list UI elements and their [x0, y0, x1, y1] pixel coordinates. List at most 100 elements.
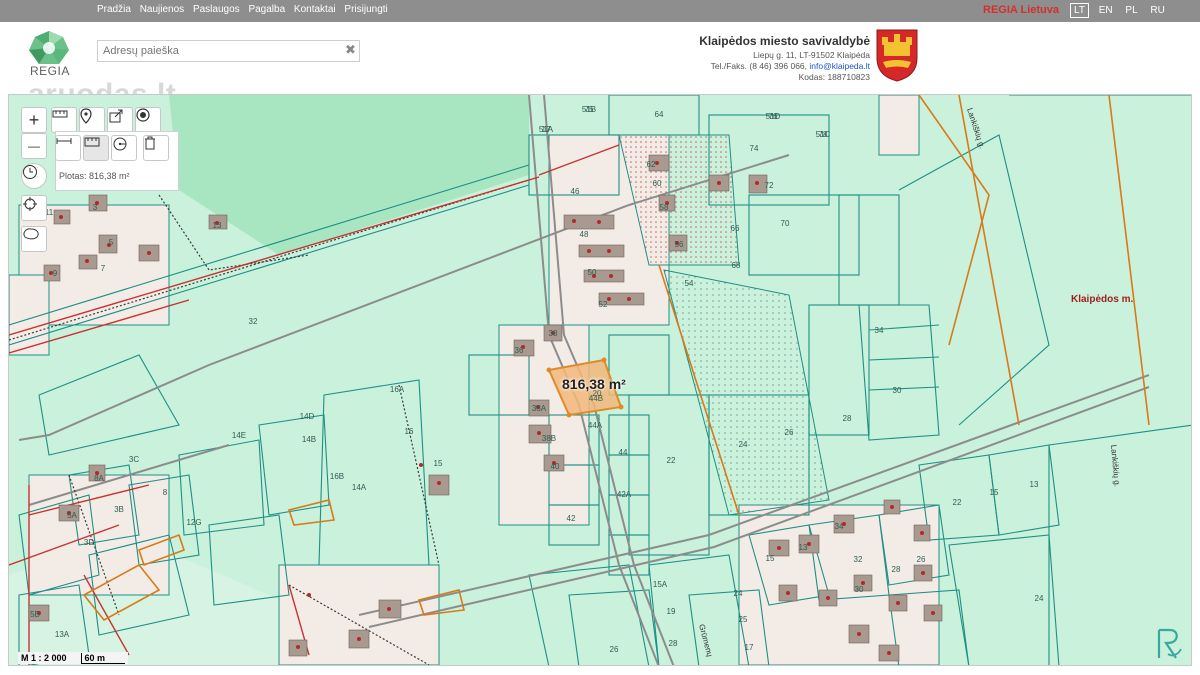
- zoom-in-icon: +: [28, 109, 40, 130]
- parcel-number-label: 28: [669, 639, 678, 648]
- phone-text: Tel./Faks. (8 46) 396 066,: [710, 61, 810, 71]
- parcel-number-label: 24: [1035, 594, 1044, 603]
- parcel-number-label: 42: [567, 514, 576, 523]
- parcel-number-label: 22: [667, 456, 676, 465]
- export-button[interactable]: [107, 107, 133, 133]
- parcel-number-label: 14E: [232, 431, 246, 440]
- zoom-out-icon: —: [28, 139, 40, 153]
- parcel-number-label: 8A: [94, 474, 104, 483]
- parcel-number-label: 5B: [30, 610, 40, 619]
- parcel-number-label: 14D: [300, 412, 315, 421]
- lasso-icon: [23, 228, 39, 240]
- parcel-number-label: 8: [163, 488, 168, 497]
- parcel-number-label: 26: [785, 428, 794, 437]
- parcel-number-label: 51B: [582, 105, 596, 114]
- parcel-number-label: 51D: [766, 112, 781, 121]
- parcel-number-label: 24: [739, 440, 748, 449]
- parcel-number-label: 16B: [330, 472, 344, 481]
- language-lt[interactable]: LT: [1070, 3, 1089, 18]
- parcel-number-label: 38A: [532, 404, 547, 413]
- parcel-number-label: 15: [766, 554, 775, 563]
- radio-target-icon: [136, 108, 150, 122]
- top-navigation-bar: Pradžia Naujienos Paslaugos Pagalba Kont…: [0, 0, 1200, 22]
- measure-distance-button[interactable]: [51, 107, 77, 133]
- language-ru[interactable]: RU: [1147, 4, 1167, 17]
- parcel-number-label: 70: [781, 219, 790, 228]
- locate-button[interactable]: [21, 195, 47, 221]
- parcel-number-label: 68: [732, 261, 741, 270]
- parcel-number-label: 3B: [114, 505, 124, 514]
- parcel-number-label: 34: [875, 326, 884, 335]
- brand-link[interactable]: REGIA Lietuva: [983, 4, 1059, 16]
- parcel-number-label: 15: [434, 459, 443, 468]
- parcel-number-label: 48: [580, 230, 589, 239]
- parcel-number-label: 58: [660, 203, 669, 212]
- parcel-number-label: 25: [739, 615, 748, 624]
- target-button[interactable]: [135, 107, 161, 133]
- district-label: Klaipėdos m.: [1071, 294, 1133, 305]
- history-button[interactable]: [21, 163, 47, 189]
- municipality-info: Klaipėdos miesto savivaldybė Liepų g. 11…: [699, 35, 870, 83]
- nav-link-news[interactable]: Naujienos: [140, 4, 184, 15]
- nav-link-home[interactable]: Pradžia: [97, 4, 131, 15]
- parcel-number-label: 30: [893, 386, 902, 395]
- parcel-number-label: 46: [571, 187, 580, 196]
- zoom-out-button[interactable]: —: [21, 133, 47, 159]
- language-en[interactable]: EN: [1096, 4, 1116, 17]
- parcel-number-label: 72: [765, 181, 774, 190]
- nav-link-contacts[interactable]: Kontaktai: [294, 4, 336, 15]
- parcel-number-label: 3D: [84, 538, 94, 547]
- measure-line-button[interactable]: [55, 135, 81, 161]
- parcel-number-label: 60: [653, 179, 662, 188]
- place-marker-button[interactable]: [79, 107, 105, 133]
- municipality-code: Kodas: 188710823: [798, 72, 870, 82]
- parcel-number-label: 16: [405, 427, 414, 436]
- parcel-number-label: 51C: [816, 130, 831, 139]
- municipality-email-link[interactable]: info@klaipeda.lt: [809, 61, 870, 71]
- parcel-number-label: 42A: [617, 490, 632, 499]
- nav-link-login[interactable]: Prisijungti: [344, 4, 387, 15]
- nav-link-services[interactable]: Paslaugos: [193, 4, 240, 15]
- parcel-number-label: 24: [734, 589, 743, 598]
- parcel-number-label: 54: [685, 279, 694, 288]
- area-measure-icon: [84, 137, 100, 147]
- parcel-number-label: 22: [953, 498, 962, 507]
- language-pl[interactable]: PL: [1122, 4, 1140, 17]
- map-viewport[interactable]: 17 75 78 76 74 72 70 66 68 56 58 60 62 64 54 46 48 50 52 32…: [8, 94, 1192, 666]
- parcel-number-label: 40: [551, 462, 560, 471]
- address-search-input[interactable]: [97, 40, 360, 62]
- nav-link-help[interactable]: Pagalba: [248, 4, 285, 15]
- municipality-address: Liepų g. 11, LT-91502 Klaipėda: [753, 50, 870, 60]
- search-clear-icon[interactable]: ✖: [345, 42, 356, 58]
- parcel-number-label: 64: [655, 110, 664, 119]
- parcel-number-label: 16A: [390, 385, 405, 394]
- parcel-number-label: 7: [101, 264, 106, 273]
- parcel-number-label: 15: [990, 488, 999, 497]
- page-header: REGIA aruodas.lt ✖ Klaipėdos miesto savi…: [0, 22, 1200, 111]
- scale-segment: 60 m: [80, 653, 126, 664]
- parcel-number-label: 3: [93, 203, 98, 212]
- line-measure-icon: [56, 138, 72, 144]
- measure-radius-button[interactable]: [111, 135, 137, 161]
- regia-gem-icon: [29, 31, 69, 64]
- rc-logo-icon[interactable]: [1154, 627, 1184, 661]
- parcel-number-label: 36: [515, 346, 524, 355]
- map-scale-bar: M 1 : 2 000 60 m: [18, 652, 129, 664]
- delete-measurement-button[interactable]: [143, 135, 169, 161]
- measure-area-button[interactable]: [83, 135, 109, 161]
- parcel-number-label: 28: [843, 414, 852, 423]
- parcel-number-label: 34: [835, 522, 844, 531]
- radius-measure-icon: [113, 137, 127, 151]
- logo-text: REGIA: [30, 64, 70, 78]
- parcel-number-label: 30: [855, 585, 864, 594]
- parcel-number-label: 5A: [67, 511, 77, 520]
- draw-polygon-button[interactable]: [21, 226, 47, 252]
- zoom-in-button[interactable]: +: [21, 107, 47, 133]
- parcel-number-label: 28: [892, 565, 901, 574]
- scale-ratio: M 1 : 2 000: [21, 653, 67, 663]
- map-pin-icon: [80, 108, 92, 124]
- parcel-number-label: 14B: [302, 435, 316, 444]
- clock-icon: [23, 165, 37, 179]
- language-switcher: LT EN PL RU: [1070, 3, 1172, 18]
- parcel-number-label: 44A: [588, 421, 603, 430]
